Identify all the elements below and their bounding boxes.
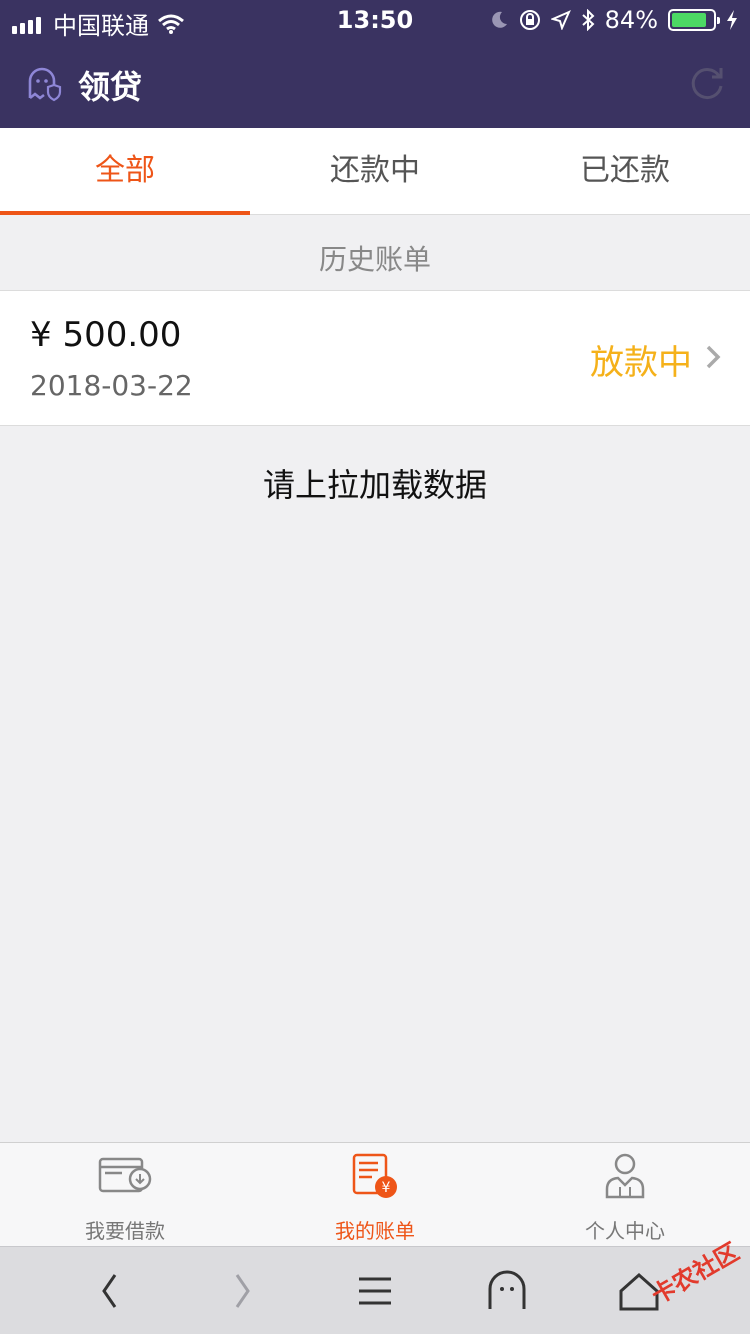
battery-icon — [668, 9, 720, 31]
tab-all[interactable]: 全部 — [0, 128, 250, 215]
bill-status: 放款中 — [590, 343, 692, 383]
charging-icon — [727, 10, 737, 30]
bill-row[interactable]: ¥ 500.00 2018-03-22 放款中 — [0, 290, 750, 426]
rotation-lock-icon — [519, 10, 540, 30]
moon-icon — [491, 11, 507, 28]
back-icon[interactable] — [88, 1269, 132, 1313]
nav-profile[interactable]: 个人中心 — [500, 1143, 750, 1246]
bill-date: 2018-03-22 — [30, 369, 193, 402]
status-bar: 中国联通 13:50 84% — [0, 0, 750, 40]
user-icon — [605, 1153, 645, 1199]
nav-borrow[interactable]: 我要借款 — [0, 1143, 250, 1246]
bottom-nav: 我要借款 ¥ 我的账单 个人中心 — [0, 1142, 750, 1246]
bill-amount: ¥ 500.00 — [30, 315, 182, 355]
forward-icon[interactable] — [220, 1269, 264, 1313]
load-more-hint: 请上拉加载数据 — [262, 466, 487, 504]
filter-tabs: 全部 还款中 已还款 — [0, 128, 750, 215]
page-title: 领贷 — [78, 68, 143, 106]
tab-repaid[interactable]: 已还款 — [500, 128, 750, 214]
refresh-icon[interactable] — [688, 64, 726, 102]
browser-toolbar — [0, 1246, 750, 1334]
menu-icon[interactable] — [353, 1269, 397, 1313]
wallet-icon — [98, 1157, 152, 1193]
app-header: 领贷 — [0, 40, 750, 128]
battery-percent: 84% — [604, 6, 658, 34]
ghost-icon[interactable] — [485, 1269, 529, 1313]
bluetooth-icon — [581, 9, 595, 31]
nav-my-bills-label: 我的账单 — [335, 1219, 415, 1243]
ghost-shield-icon — [28, 67, 62, 102]
tab-repaying[interactable]: 还款中 — [250, 128, 500, 214]
bill-icon: ¥ — [352, 1153, 397, 1198]
nav-borrow-label: 我要借款 — [85, 1219, 165, 1243]
nav-my-bills[interactable]: ¥ 我的账单 — [250, 1143, 500, 1246]
chevron-right-icon — [706, 345, 721, 369]
section-title: 历史账单 — [318, 243, 431, 276]
location-icon — [550, 10, 571, 30]
svg-text:¥: ¥ — [382, 1180, 391, 1196]
